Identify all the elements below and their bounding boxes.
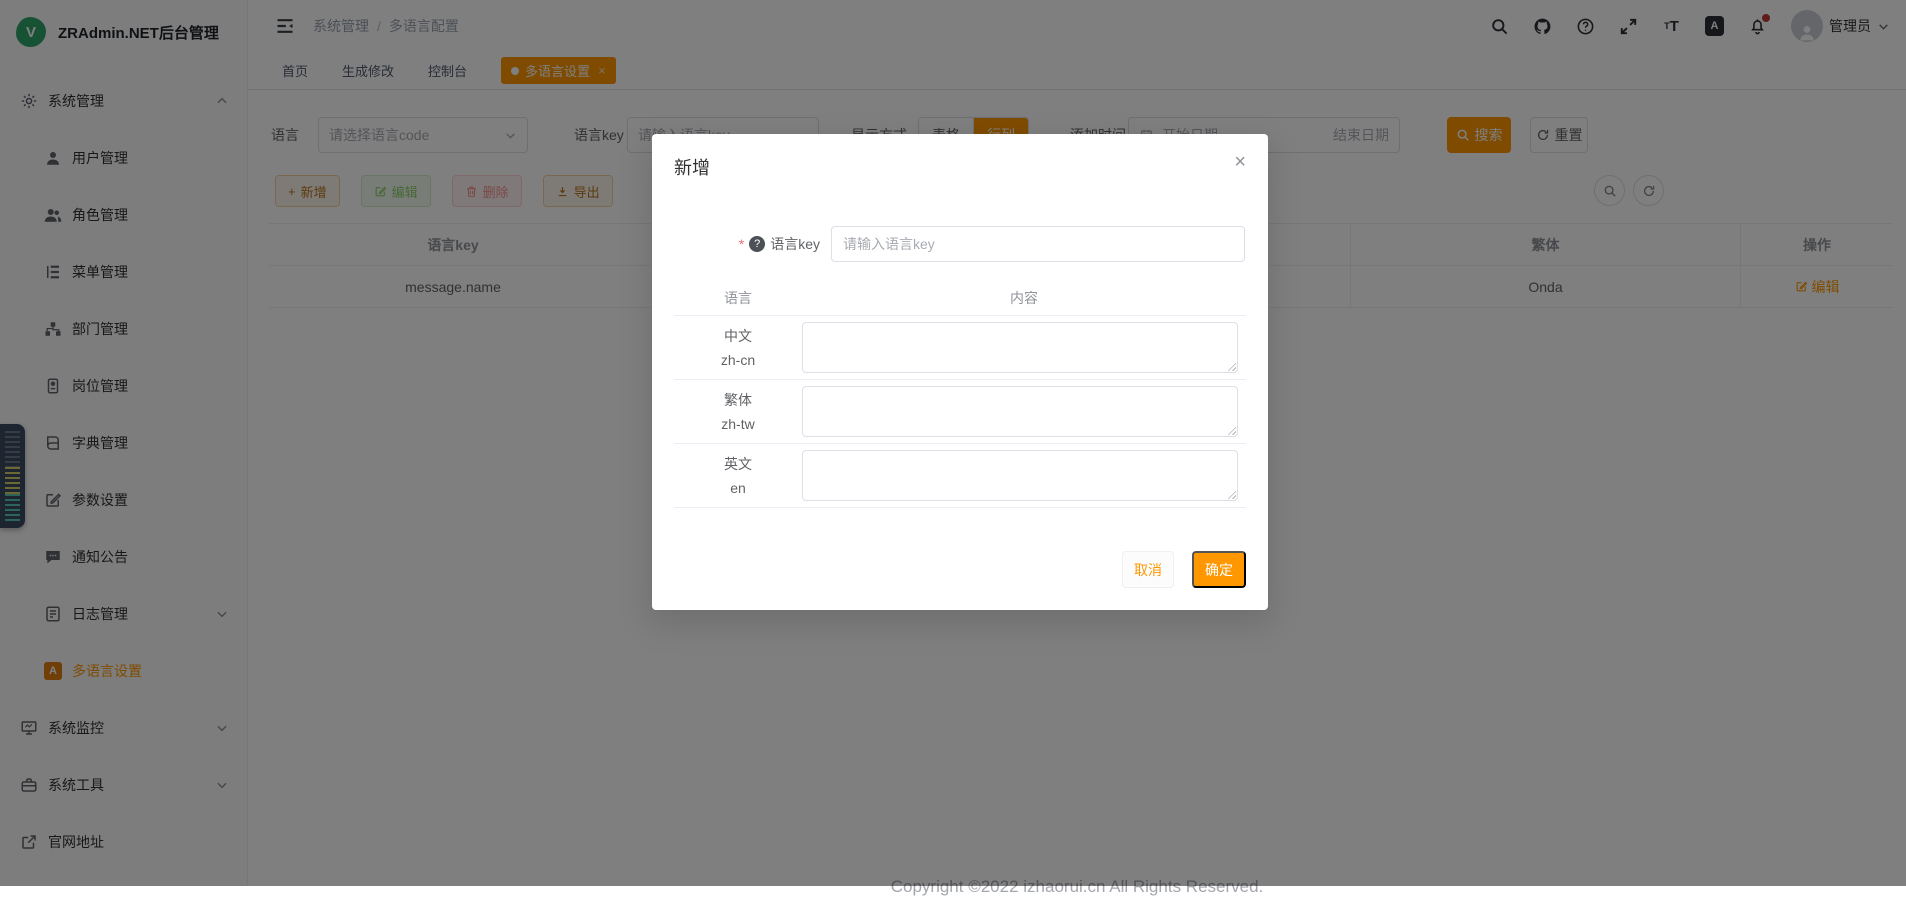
language-name: 中文 bbox=[674, 324, 802, 348]
content-textarea-wrap bbox=[802, 450, 1238, 501]
grid-row-label: 繁体 zh-tw bbox=[674, 388, 802, 436]
language-code: zh-cn bbox=[674, 348, 802, 372]
content-textarea-wrap bbox=[802, 322, 1238, 373]
dialog-title: 新增 bbox=[674, 154, 710, 180]
dialog-key-label-row: * ? 语言key bbox=[652, 226, 820, 262]
help-circle-icon: ? bbox=[749, 236, 765, 252]
grid-row-zh-cn: 中文 zh-cn bbox=[674, 316, 1246, 380]
language-name: 繁体 bbox=[674, 388, 802, 412]
dialog-key-input[interactable] bbox=[832, 236, 1244, 252]
dialog-key-input-box bbox=[831, 226, 1245, 262]
dialog-footer: 取消 确定 bbox=[1122, 551, 1246, 588]
confirm-button[interactable]: 确定 bbox=[1192, 551, 1246, 588]
grid-row-label: 英文 en bbox=[674, 452, 802, 500]
language-name: 英文 bbox=[674, 452, 802, 476]
content-textarea-en[interactable] bbox=[802, 450, 1238, 501]
grid-row-label: 中文 zh-cn bbox=[674, 324, 802, 372]
app-root: V ZRAdmin.NET后台管理 系统管理 用户管理 角色管理 菜单管理 bbox=[0, 0, 1906, 886]
content-textarea-wrap bbox=[802, 386, 1238, 437]
grid-row-zh-tw: 繁体 zh-tw bbox=[674, 380, 1246, 444]
language-code: en bbox=[674, 476, 802, 500]
cancel-button[interactable]: 取消 bbox=[1122, 551, 1174, 588]
grid-column-content: 内容 bbox=[802, 288, 1246, 308]
content-textarea-zh-cn[interactable] bbox=[802, 322, 1238, 373]
close-icon[interactable]: × bbox=[1230, 148, 1250, 176]
required-asterisk: * bbox=[739, 236, 744, 252]
dialog-key-label: 语言key bbox=[770, 234, 820, 254]
grid-column-language: 语言 bbox=[674, 288, 802, 308]
language-code: zh-tw bbox=[674, 412, 802, 436]
grid-row-en: 英文 en bbox=[674, 444, 1246, 508]
grid-header-row: 语言 内容 bbox=[674, 280, 1246, 316]
content-textarea-zh-tw[interactable] bbox=[802, 386, 1238, 437]
add-dialog: 新增 × * ? 语言key 语言 内容 中文 zh-cn bbox=[652, 134, 1268, 610]
dialog-language-grid: 语言 内容 中文 zh-cn 繁体 zh-tw bbox=[674, 280, 1246, 508]
